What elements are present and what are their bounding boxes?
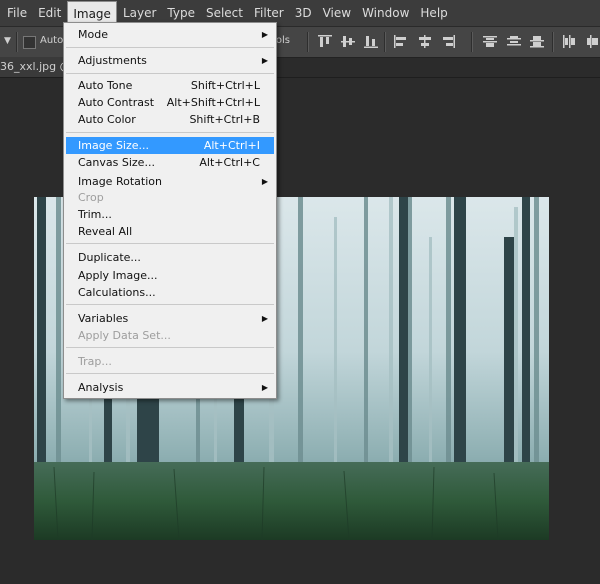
auto-select-checkbox[interactable] — [23, 36, 36, 49]
menu-separator — [66, 132, 274, 133]
menu-view[interactable]: View — [318, 0, 356, 26]
submenu-arrow-icon: ▶ — [261, 314, 268, 323]
distribute-left-icon[interactable] — [562, 35, 576, 48]
tool-dropdown-arrow-icon[interactable]: ▼ — [4, 36, 12, 46]
menu-separator — [66, 47, 274, 48]
align-top-icon[interactable] — [318, 35, 332, 48]
distribute-top-icon[interactable] — [483, 35, 497, 48]
menu-help[interactable]: Help — [415, 0, 452, 26]
submenu-arrow-icon: ▶ — [261, 56, 268, 65]
menu-3d[interactable]: 3D — [290, 0, 317, 26]
align-left-icon[interactable] — [394, 35, 408, 48]
menu-item-adjustments[interactable]: Adjustments ▶ — [66, 52, 274, 69]
distribute-bottom-icon[interactable] — [530, 35, 544, 48]
submenu-arrow-icon: ▶ — [261, 177, 268, 186]
distribute-hcenter-icon[interactable] — [586, 35, 600, 48]
menu-item-image-rotation[interactable]: Image Rotation ▶ — [66, 173, 274, 190]
menu-item-trim[interactable]: Trim... — [66, 206, 274, 223]
image-menu-dropdown: Mode ▶ Adjustments ▶ Auto Tone Shift+Ctr… — [63, 22, 277, 399]
options-separator — [384, 32, 386, 52]
menu-item-canvas-size[interactable]: Canvas Size... Alt+Ctrl+C — [66, 154, 274, 171]
submenu-arrow-icon: ▶ — [261, 383, 268, 392]
options-separator — [16, 32, 18, 52]
menu-item-mode[interactable]: Mode ▶ — [66, 26, 274, 43]
options-separator — [307, 32, 309, 52]
menu-file[interactable]: File — [2, 0, 32, 26]
align-hcenter-icon[interactable] — [418, 35, 432, 48]
menu-item-trap[interactable]: Trap... — [66, 353, 274, 370]
menu-item-image-size[interactable]: Image Size... Alt+Ctrl+I — [66, 137, 274, 154]
align-vcenter-icon[interactable] — [341, 35, 355, 48]
menu-separator — [66, 373, 274, 374]
menu-separator — [66, 243, 274, 244]
menu-item-reveal-all[interactable]: Reveal All — [66, 223, 274, 240]
distribute-vcenter-icon[interactable] — [507, 35, 521, 48]
menu-separator — [66, 73, 274, 74]
menu-separator — [66, 347, 274, 348]
menu-item-apply-image[interactable]: Apply Image... — [66, 267, 274, 284]
align-bottom-icon[interactable] — [364, 35, 378, 48]
document-tab[interactable]: 36_xxl.jpg @ — [0, 57, 70, 77]
options-separator — [471, 32, 473, 52]
menu-item-crop[interactable]: Crop — [66, 189, 274, 206]
document-tab-label: 36_xxl.jpg @ — [0, 60, 70, 73]
menu-window[interactable]: Window — [357, 0, 414, 26]
options-separator — [552, 32, 554, 52]
menu-separator — [66, 304, 274, 305]
menu-item-auto-contrast[interactable]: Auto Contrast Alt+Shift+Ctrl+L — [66, 94, 274, 111]
align-right-icon[interactable] — [441, 35, 455, 48]
menu-item-auto-color[interactable]: Auto Color Shift+Ctrl+B — [66, 111, 274, 128]
menu-item-duplicate[interactable]: Duplicate... — [66, 249, 274, 266]
menu-item-apply-data-set[interactable]: Apply Data Set... — [66, 327, 274, 344]
submenu-arrow-icon: ▶ — [261, 30, 268, 39]
menu-item-calculations[interactable]: Calculations... — [66, 284, 274, 301]
menu-item-analysis[interactable]: Analysis ▶ — [66, 379, 274, 396]
menu-item-auto-tone[interactable]: Auto Tone Shift+Ctrl+L — [66, 77, 274, 94]
menu-edit[interactable]: Edit — [33, 0, 66, 26]
menu-item-variables[interactable]: Variables ▶ — [66, 310, 274, 327]
